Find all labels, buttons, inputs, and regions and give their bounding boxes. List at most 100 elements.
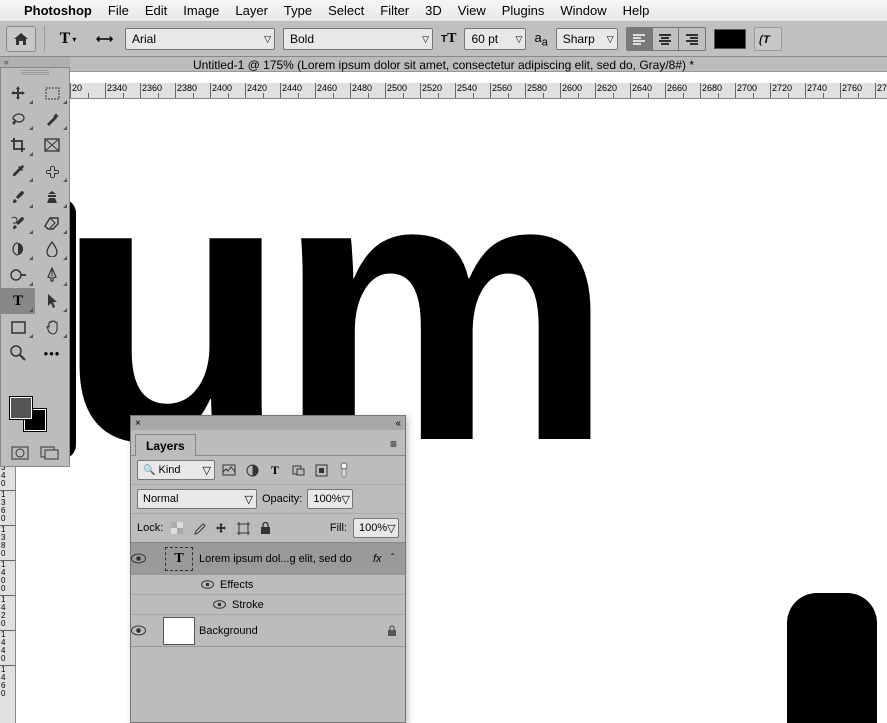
healing-brush-tool[interactable] xyxy=(35,158,69,184)
layer-row[interactable]: Background xyxy=(131,615,405,647)
frame-tool[interactable] xyxy=(35,132,69,158)
filter-adjustment-icon[interactable] xyxy=(243,461,261,479)
menu-image[interactable]: Image xyxy=(183,3,219,18)
dodge-tool[interactable] xyxy=(1,262,35,288)
menu-view[interactable]: View xyxy=(458,3,486,18)
type-tool[interactable]: T xyxy=(1,288,35,314)
layer-effects-toggle[interactable]: ˆ xyxy=(391,553,405,564)
layer-name[interactable]: Background xyxy=(199,625,387,637)
ruler-tick: 2400 xyxy=(210,83,245,98)
effect-visibility-toggle[interactable] xyxy=(213,600,226,609)
align-right-button[interactable] xyxy=(679,28,705,50)
ruler-tick: 2480 xyxy=(350,83,385,98)
clone-stamp-tool[interactable] xyxy=(35,184,69,210)
search-icon: 🔍 xyxy=(143,465,155,476)
app-name-menu[interactable]: Photoshop xyxy=(24,3,92,18)
filter-shape-icon[interactable] xyxy=(289,461,307,479)
crop-tool[interactable] xyxy=(1,132,35,158)
layer-filter-kind-select[interactable]: 🔍 Kind▽ xyxy=(137,460,215,480)
ruler-tick: 2680 xyxy=(700,83,735,98)
eyedropper-tool[interactable] xyxy=(1,158,35,184)
history-brush-tool[interactable] xyxy=(1,210,35,236)
eraser-tool[interactable] xyxy=(35,210,69,236)
menu-3d[interactable]: 3D xyxy=(425,3,442,18)
screen-mode-button[interactable] xyxy=(40,446,60,460)
eye-icon xyxy=(213,600,226,609)
rectangle-tool[interactable] xyxy=(1,314,35,340)
options-bar: T▾ ⟷T Arial▽ Bold▽ TT 60 pt▽ aa Sharp▽ ⟮… xyxy=(0,22,887,57)
blur-tool[interactable] xyxy=(35,236,69,262)
layer-effects-row[interactable]: Effects xyxy=(131,575,405,595)
lock-all-button[interactable] xyxy=(257,520,273,536)
filter-type-icon[interactable]: T xyxy=(266,461,284,479)
toolbox-collapse-tab[interactable]: « xyxy=(0,57,70,67)
layer-visibility-toggle[interactable] xyxy=(131,553,159,564)
more-icon: ••• xyxy=(44,346,61,361)
toolbox-gripper[interactable] xyxy=(21,70,49,75)
text-color-swatch[interactable] xyxy=(714,29,746,49)
menu-window[interactable]: Window xyxy=(560,3,606,18)
text-orientation-button[interactable]: ⟷T xyxy=(91,26,117,52)
menu-layer[interactable]: Layer xyxy=(235,3,268,18)
type-tool-preset[interactable]: T▾ xyxy=(53,26,83,52)
magic-wand-tool[interactable] xyxy=(35,106,69,132)
antialias-select[interactable]: Sharp▽ xyxy=(556,28,618,50)
fill-input[interactable]: 100%▽ xyxy=(353,518,399,538)
panel-close-button[interactable]: × xyxy=(135,418,141,429)
menu-filter[interactable]: Filter xyxy=(380,3,409,18)
panel-menu-button[interactable]: ≡ xyxy=(386,433,401,455)
move-tool[interactable] xyxy=(1,80,35,106)
ruler-tick: 2420 xyxy=(245,83,280,98)
home-button[interactable] xyxy=(6,26,36,52)
quick-mask-button[interactable] xyxy=(11,446,29,460)
horizontal-ruler[interactable]: 20 2340 2360 2380 2400 2420 2440 2460 24… xyxy=(70,83,887,99)
lock-artboard-button[interactable] xyxy=(235,520,251,536)
gradient-tool[interactable] xyxy=(1,236,35,262)
layer-effect-stroke-row[interactable]: Stroke xyxy=(131,595,405,615)
filter-smartobject-icon[interactable] xyxy=(312,461,330,479)
layer-thumbnail[interactable] xyxy=(163,617,195,645)
lock-image-button[interactable] xyxy=(191,520,207,536)
layer-row[interactable]: T Lorem ipsum dol...g elit, sed do fx ˆ xyxy=(131,543,405,575)
menu-help[interactable]: Help xyxy=(623,3,650,18)
layer-thumbnail[interactable]: T xyxy=(163,545,195,573)
layer-fx-badge[interactable]: fx xyxy=(373,553,391,565)
hand-tool[interactable] xyxy=(35,314,69,340)
filter-pixel-icon[interactable] xyxy=(220,461,238,479)
warp-text-button[interactable]: ⟮T xyxy=(754,27,782,51)
zoom-tool[interactable] xyxy=(1,340,35,366)
lasso-tool[interactable] xyxy=(1,106,35,132)
menu-edit[interactable]: Edit xyxy=(145,3,167,18)
menu-select[interactable]: Select xyxy=(328,3,364,18)
align-left-button[interactable] xyxy=(627,28,653,50)
effect-visibility-toggle[interactable] xyxy=(201,580,214,589)
layer-name[interactable]: Lorem ipsum dol...g elit, sed do xyxy=(199,553,373,565)
layer-lock-indicator[interactable] xyxy=(387,625,405,637)
menu-plugins[interactable]: Plugins xyxy=(502,3,545,18)
align-center-button[interactable] xyxy=(653,28,679,50)
foreground-color-swatch[interactable] xyxy=(9,396,33,420)
antialias-value: Sharp xyxy=(563,32,595,46)
font-style-select[interactable]: Bold▽ xyxy=(283,28,433,50)
chevron-down-icon: ▽ xyxy=(342,493,350,506)
brush-tool[interactable] xyxy=(1,184,35,210)
pen-tool[interactable] xyxy=(35,262,69,288)
lock-position-button[interactable] xyxy=(213,520,229,536)
path-selection-tool[interactable] xyxy=(35,288,69,314)
vertical-ruler[interactable]: 1 3 4 0 1 3 6 0 1 3 8 0 1 4 0 0 1 4 2 0 … xyxy=(0,455,16,723)
edit-toolbar-button[interactable]: ••• xyxy=(35,340,69,366)
layer-visibility-toggle[interactable] xyxy=(131,625,159,636)
marquee-tool[interactable] xyxy=(35,80,69,106)
blend-mode-select[interactable]: Normal▽ xyxy=(137,489,257,509)
ruler-tick: 2640 xyxy=(630,83,665,98)
font-size-select[interactable]: 60 pt▽ xyxy=(464,28,526,50)
menu-type[interactable]: Type xyxy=(284,3,312,18)
menu-file[interactable]: File xyxy=(108,3,129,18)
panel-collapse-button[interactable]: « xyxy=(395,418,401,429)
text-align-group xyxy=(626,27,706,51)
opacity-input[interactable]: 100%▽ xyxy=(307,489,353,509)
layers-tab[interactable]: Layers xyxy=(135,434,196,456)
lock-transparency-button[interactable] xyxy=(169,520,185,536)
font-family-select[interactable]: Arial▽ xyxy=(125,28,275,50)
filter-toggle-switch[interactable] xyxy=(335,461,353,479)
